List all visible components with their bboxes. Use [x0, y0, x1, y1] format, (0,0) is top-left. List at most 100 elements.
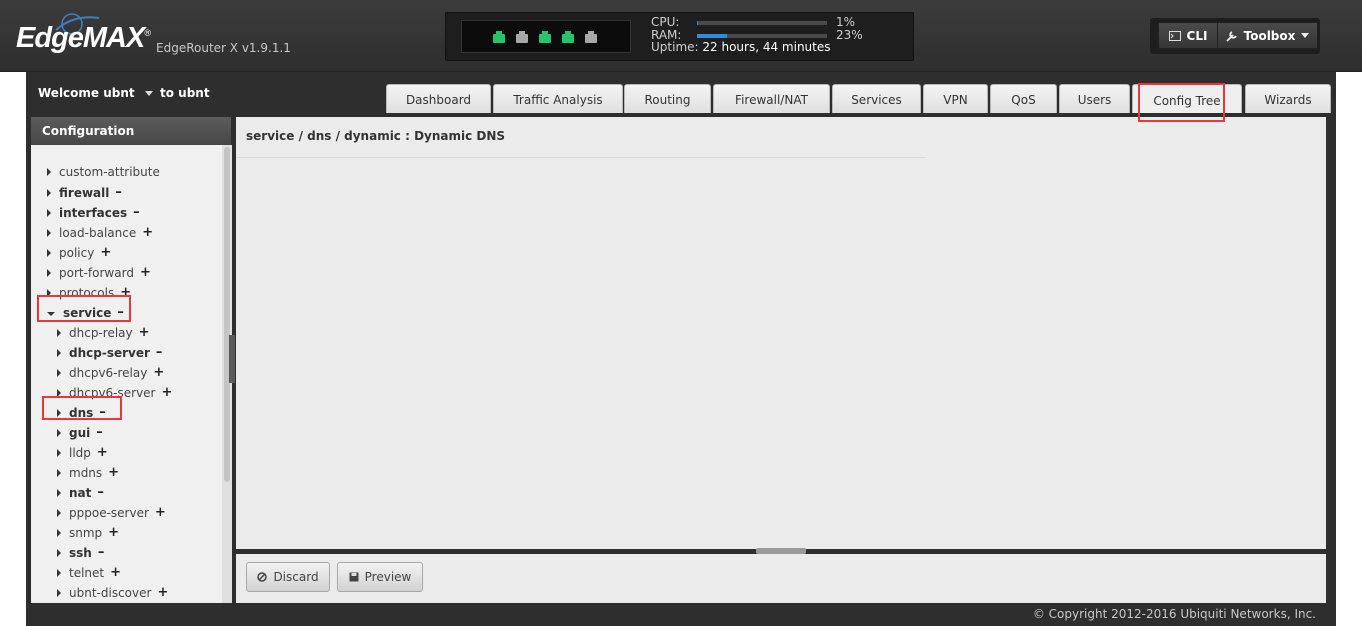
caret-right-icon[interactable] [57, 568, 61, 577]
tree-item-dhcp-relay[interactable]: dhcp-relay + [57, 325, 150, 340]
plus-icon[interactable]: + [162, 385, 173, 400]
config-content-panel: service / dns / dynamic : Dynamic DNS [236, 117, 1326, 554]
tree-item-telnet[interactable]: telnet + [57, 565, 121, 580]
toolbox-label: Toolbox [1243, 28, 1296, 43]
tree-item-ubnt-discover[interactable]: ubnt-discover + [57, 585, 168, 600]
tree-item-mdns[interactable]: mdns + [57, 465, 119, 480]
action-bar: Discard Preview [236, 554, 1326, 603]
tab-routing[interactable]: Routing [624, 84, 711, 115]
tree-item-label: dhcpv6-relay [69, 365, 148, 380]
caret-right-icon[interactable] [47, 188, 51, 197]
tree-item-ssh[interactable]: ssh – [57, 545, 104, 560]
tab-vpn[interactable]: VPN [923, 84, 988, 115]
sidebar-resize-handle[interactable] [229, 335, 235, 383]
tree-item-custom-attribute[interactable]: custom-attribute [47, 165, 160, 179]
plus-icon[interactable]: + [157, 585, 168, 600]
caret-right-icon[interactable] [57, 488, 61, 497]
tree-item-port-forward[interactable]: port-forward + [47, 265, 151, 280]
minus-icon[interactable]: – [96, 425, 103, 440]
discard-button[interactable]: Discard [246, 562, 330, 592]
caret-right-icon[interactable] [47, 268, 51, 277]
tree-item-service[interactable]: service – [47, 305, 124, 320]
tree-item-gui[interactable]: gui – [57, 425, 103, 440]
caret-right-icon[interactable] [47, 248, 51, 257]
tree-item-load-balance[interactable]: load-balance + [47, 225, 153, 240]
toolbox-button[interactable]: Toolbox [1217, 22, 1318, 49]
tab-config-tree[interactable]: Config Tree [1132, 84, 1242, 116]
user-menu[interactable]: Welcome ubnt [38, 86, 153, 100]
sidebar-scroll-thumb[interactable] [224, 147, 230, 482]
caret-right-icon[interactable] [57, 368, 61, 377]
port-1-connected-icon [493, 31, 505, 43]
cli-label: CLI [1186, 28, 1208, 43]
tree-item-firewall[interactable]: firewall – [47, 185, 122, 200]
caret-right-icon[interactable] [57, 388, 61, 397]
caret-right-icon[interactable] [57, 428, 61, 437]
tab-firewall-nat[interactable]: Firewall/NAT [713, 84, 830, 115]
tree-item-nat[interactable]: nat – [57, 485, 104, 500]
minus-icon[interactable]: – [133, 205, 140, 220]
minus-icon[interactable]: – [97, 485, 104, 500]
tab-qos[interactable]: QoS [990, 84, 1057, 115]
tree-item-label: firewall [59, 185, 110, 200]
plus-icon[interactable]: + [108, 465, 119, 480]
tree-item-lldp[interactable]: lldp + [57, 445, 108, 460]
main-area: Configuration custom-attribute firewall – i… [26, 113, 1336, 626]
edgemax-logo: EdgeMAX® [16, 22, 151, 54]
plus-icon[interactable]: + [140, 265, 151, 280]
tab-dashboard[interactable]: Dashboard [386, 84, 491, 115]
minus-icon[interactable]: – [117, 305, 124, 320]
caret-right-icon[interactable] [47, 208, 51, 217]
caret-right-icon[interactable] [57, 448, 61, 457]
plus-icon[interactable]: + [97, 445, 108, 460]
discard-label: Discard [273, 570, 319, 584]
tree-item-label: service [63, 305, 112, 320]
plus-icon[interactable]: + [153, 365, 164, 380]
cli-button[interactable]: CLI [1158, 22, 1218, 49]
minus-icon[interactable]: – [156, 345, 163, 360]
caret-right-icon[interactable] [47, 168, 51, 176]
tree-item-interfaces[interactable]: interfaces – [47, 205, 140, 220]
tree-item-dhcp-server[interactable]: dhcp-server – [57, 345, 162, 360]
caret-right-icon[interactable] [57, 528, 61, 537]
plus-icon[interactable]: + [139, 325, 150, 340]
tree-item-protocols[interactable]: protocols + [47, 285, 131, 300]
tab-traffic-analysis[interactable]: Traffic Analysis [493, 84, 623, 115]
plus-icon[interactable]: + [142, 225, 153, 240]
caret-right-icon[interactable] [57, 548, 61, 557]
tree-item-snmp[interactable]: snmp + [57, 525, 119, 540]
tree-item-pppoe-server[interactable]: pppoe-server + [57, 505, 166, 520]
tree-item-label: interfaces [59, 205, 128, 220]
tree-item-dns[interactable]: dns – [57, 405, 106, 420]
tab-wizards[interactable]: Wizards [1245, 84, 1331, 115]
caret-right-icon[interactable] [57, 588, 61, 597]
caret-right-icon[interactable] [57, 408, 61, 417]
caret-right-icon[interactable] [57, 468, 61, 477]
caret-right-icon[interactable] [57, 348, 61, 357]
caret-down-icon[interactable] [47, 311, 55, 316]
minus-icon[interactable]: – [99, 405, 106, 420]
caret-right-icon[interactable] [47, 288, 51, 297]
plus-icon[interactable]: + [120, 285, 131, 300]
caret-right-icon[interactable] [57, 508, 61, 517]
tree-item-dhcpv6-server[interactable]: dhcpv6-server + [57, 385, 172, 400]
tab-services[interactable]: Services [832, 84, 921, 115]
tree-item-dhcpv6-relay[interactable]: dhcpv6-relay + [57, 365, 164, 380]
minus-icon[interactable]: – [115, 185, 122, 200]
port-5-disconnected-icon [585, 31, 597, 43]
plus-icon[interactable]: + [108, 525, 119, 540]
preview-label: Preview [364, 570, 412, 584]
plus-icon[interactable]: + [155, 505, 166, 520]
uptime-label: Uptime: [651, 40, 699, 54]
preview-button[interactable]: Preview [337, 562, 423, 592]
plus-icon[interactable]: + [100, 245, 111, 260]
uptime-text: Uptime: 22 hours, 44 minutes [651, 40, 831, 54]
plus-icon[interactable]: + [110, 565, 121, 580]
top-header: EdgeMAX® EdgeRouter X v1.9.1.1 CPU: 1% R… [0, 0, 1362, 72]
tree-item-policy[interactable]: policy + [47, 245, 111, 260]
caret-right-icon[interactable] [57, 328, 61, 337]
config-path-title: service / dns / dynamic : Dynamic DNS [246, 129, 506, 143]
tab-users[interactable]: Users [1059, 84, 1130, 115]
caret-right-icon[interactable] [47, 228, 51, 237]
minus-icon[interactable]: – [98, 545, 105, 560]
